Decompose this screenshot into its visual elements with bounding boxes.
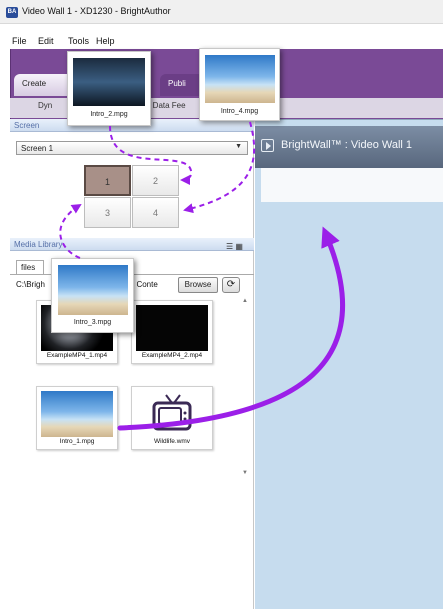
- drag-arrows: [59, 121, 345, 431]
- drag-arrow-intro-4: [183, 121, 256, 214]
- drag-arrow-intro-2: [109, 125, 193, 185]
- drag-arrow-intro-1: [117, 226, 345, 431]
- drag-arrow-intro-3: [59, 203, 82, 259]
